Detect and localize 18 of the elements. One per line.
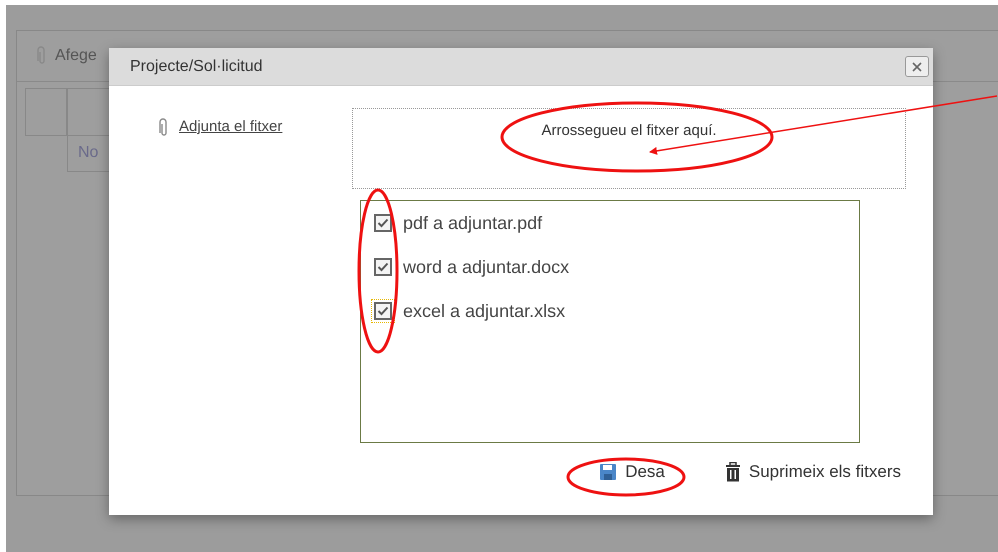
dialog-title: Projecte/Sol·licitud — [130, 58, 262, 76]
close-button[interactable] — [905, 56, 929, 77]
toolbar-label: Afege — [55, 47, 97, 65]
trash-icon — [724, 462, 741, 482]
save-button[interactable]: Desa — [599, 462, 665, 482]
file-name: word a adjuntar.docx — [403, 256, 570, 278]
close-icon — [911, 60, 923, 72]
checkmark-icon — [377, 218, 389, 228]
file-name: excel a adjuntar.xlsx — [403, 300, 566, 322]
checkmark-icon — [377, 262, 389, 272]
drop-zone[interactable]: Arrossegueu el fitxer aquí. — [352, 108, 906, 189]
checkbox[interactable] — [374, 214, 392, 232]
file-name: pdf a adjuntar.pdf — [403, 212, 542, 234]
delete-files-button[interactable]: Suprimeix els fitxers — [724, 462, 901, 482]
checkbox[interactable] — [374, 258, 392, 276]
checkmark-icon — [377, 306, 389, 316]
paperclip-icon — [159, 118, 169, 138]
attach-file-link[interactable]: Adjunta el fitxer — [179, 118, 282, 135]
